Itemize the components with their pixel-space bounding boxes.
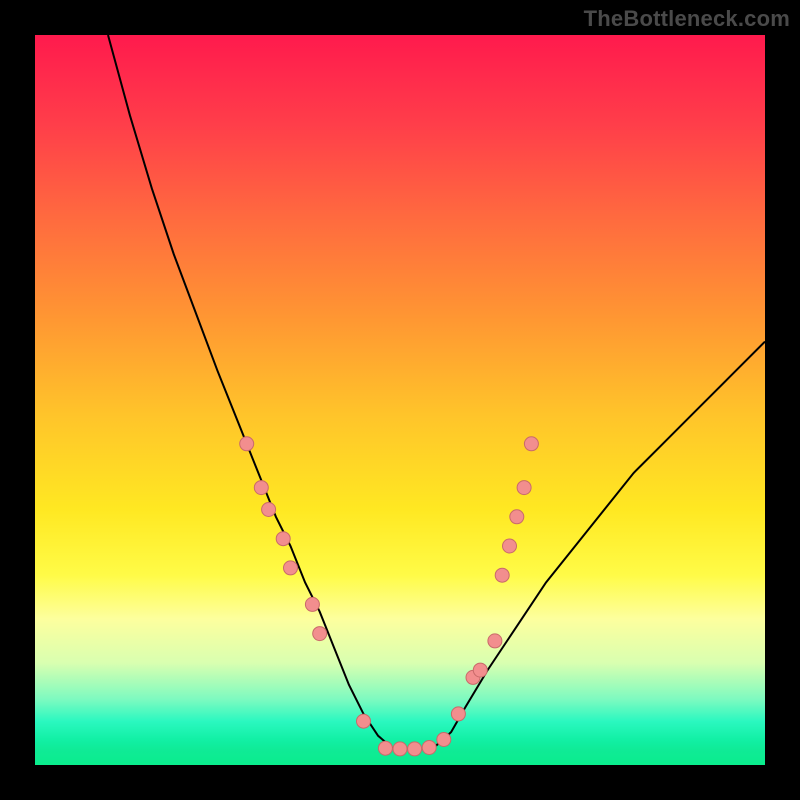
data-dot xyxy=(254,481,268,495)
data-dot xyxy=(451,707,465,721)
data-dot xyxy=(313,627,327,641)
data-dot xyxy=(240,437,254,451)
data-dot xyxy=(437,733,451,747)
data-dot xyxy=(510,510,524,524)
chart-svg xyxy=(35,35,765,765)
data-dot xyxy=(305,597,319,611)
data-dot xyxy=(284,561,298,575)
data-dot xyxy=(393,742,407,756)
data-dot xyxy=(357,714,371,728)
curve-path xyxy=(108,35,765,749)
data-dots xyxy=(240,437,539,756)
data-dot xyxy=(503,539,517,553)
data-dot xyxy=(495,568,509,582)
data-dot xyxy=(408,742,422,756)
data-dot xyxy=(422,741,436,755)
data-dot xyxy=(262,503,276,517)
data-dot xyxy=(276,532,290,546)
data-dot xyxy=(473,663,487,677)
data-dot xyxy=(378,741,392,755)
chart-plot-area xyxy=(35,35,765,765)
performance-curve xyxy=(108,35,765,749)
watermark-text: TheBottleneck.com xyxy=(584,6,790,32)
data-dot xyxy=(517,481,531,495)
data-dot xyxy=(524,437,538,451)
data-dot xyxy=(488,634,502,648)
